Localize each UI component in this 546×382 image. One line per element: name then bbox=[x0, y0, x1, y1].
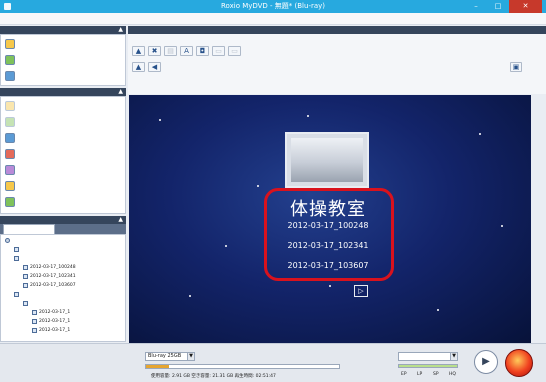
collapse-icon[interactable]: ▲ bbox=[118, 88, 123, 96]
star bbox=[307, 115, 309, 117]
quality-bar bbox=[398, 364, 458, 368]
burn-disc-button[interactable] bbox=[505, 349, 533, 377]
edit-tasks-item-5[interactable] bbox=[3, 179, 121, 194]
preview-panel-header bbox=[128, 26, 546, 34]
disabled-tool-1[interactable]: ▭ bbox=[212, 46, 225, 56]
chevron-down-icon: ▼ bbox=[450, 353, 457, 360]
disc-capacity-bar bbox=[145, 364, 340, 369]
status-footer: Blu-ray 25GB ▼ 使用容量: 2.91 GB 空き容量: 21.31… bbox=[0, 343, 546, 382]
menu-thumbnail[interactable] bbox=[285, 132, 369, 188]
edit-panel-header[interactable]: ▲ bbox=[0, 88, 126, 96]
movie-item-icon bbox=[32, 319, 37, 324]
movie-item-icon bbox=[23, 265, 28, 270]
tasks-panel bbox=[0, 34, 126, 86]
edit-chapter-icon bbox=[5, 117, 15, 127]
edit-tasks-item-4[interactable] bbox=[3, 163, 121, 178]
text-style-button[interactable]: A bbox=[180, 46, 193, 56]
star bbox=[501, 225, 503, 227]
tab-movie[interactable] bbox=[58, 224, 110, 234]
submenu-icon bbox=[5, 197, 15, 207]
quality-select[interactable]: ▼ bbox=[398, 352, 458, 361]
delete-button[interactable]: ✖ bbox=[148, 46, 161, 56]
tasks-item-2[interactable] bbox=[3, 69, 121, 84]
add-movie-icon bbox=[5, 39, 15, 49]
tree-node-label: 2012-03-17_1 bbox=[39, 319, 71, 324]
tree-node-label: 2012-03-17_102341 bbox=[30, 274, 76, 279]
audio-button[interactable]: ◀ bbox=[148, 62, 161, 72]
movie-item-icon bbox=[23, 274, 28, 279]
button-style-icon bbox=[5, 149, 15, 159]
project-tree[interactable]: 2012-03-17_100248 2012-03-17_102341 2012-0… bbox=[0, 234, 126, 342]
intro-movie-icon bbox=[5, 71, 15, 81]
star bbox=[437, 309, 439, 311]
quality-mark: LP bbox=[417, 372, 423, 377]
tasks-panel-header[interactable]: ▲ bbox=[0, 26, 126, 34]
thumbnail-image bbox=[291, 138, 363, 182]
menu-bar bbox=[0, 13, 546, 25]
project-panel-header[interactable]: ▲ bbox=[0, 216, 126, 224]
app-window: Roxio MyDVD - 無題* (Blu-ray) – □ ✕ ▲ ▲ ▲ … bbox=[0, 0, 546, 382]
frame-button[interactable]: ◘ bbox=[196, 46, 209, 56]
edit-panel bbox=[0, 96, 126, 214]
tasks-item-1[interactable] bbox=[3, 53, 121, 68]
slideshow-icon bbox=[5, 55, 15, 65]
star bbox=[257, 185, 259, 187]
movie-item-icon bbox=[32, 310, 37, 315]
disabled-tool-2[interactable]: ▭ bbox=[228, 46, 241, 56]
star bbox=[329, 285, 331, 287]
edit-tasks-item-3[interactable] bbox=[3, 147, 121, 162]
preview-toolbar-area: ▲ ✖ ▤ A ◘ ▭ ▭ ▲ ◀ ▣ bbox=[128, 34, 546, 94]
menu-layout-button[interactable]: ▤ bbox=[164, 46, 177, 56]
add-item-button[interactable]: ▲ bbox=[132, 46, 145, 56]
tree-node-label: 2012-03-17_1 bbox=[39, 310, 71, 315]
tree-node-label: 2012-03-17_1 bbox=[39, 328, 71, 333]
quality-mark: EP bbox=[401, 372, 407, 377]
next-page-button[interactable]: ▷ bbox=[354, 285, 368, 297]
collapse-icon[interactable]: ▲ bbox=[118, 216, 123, 224]
disc-size-select[interactable]: Blu-ray 25GB ▼ bbox=[145, 352, 195, 361]
disc-icon bbox=[5, 238, 10, 243]
edit-tasks-item-6[interactable] bbox=[3, 195, 121, 210]
project-tabs bbox=[0, 224, 126, 234]
tree-node-label: 2012-03-17_103607 bbox=[30, 283, 76, 288]
star bbox=[225, 245, 227, 247]
menu-background-icon bbox=[5, 165, 15, 175]
quality-mark: HQ bbox=[449, 372, 456, 377]
menu-audio-icon bbox=[5, 181, 15, 191]
edit-movie-icon bbox=[5, 101, 15, 111]
movie-item-icon bbox=[32, 328, 37, 333]
movie-item-icon bbox=[14, 292, 19, 297]
play-button[interactable]: ▶ bbox=[474, 350, 498, 374]
edit-tasks-item-0[interactable] bbox=[3, 99, 121, 114]
highlight-annotation bbox=[264, 188, 394, 281]
play-preview-button[interactable]: ▲ bbox=[132, 62, 145, 72]
title-bar[interactable]: Roxio MyDVD - 無題* (Blu-ray) – □ ✕ bbox=[0, 0, 546, 13]
star bbox=[479, 133, 481, 135]
tab-menu[interactable] bbox=[3, 224, 55, 234]
close-button[interactable]: ✕ bbox=[509, 0, 542, 13]
disc-size-value: Blu-ray 25GB bbox=[148, 353, 182, 359]
chevron-down-icon: ▼ bbox=[187, 353, 194, 360]
edit-tasks-item-2[interactable] bbox=[3, 131, 121, 146]
disc-capacity-fill bbox=[146, 365, 170, 368]
movie-item-icon bbox=[23, 301, 28, 306]
tree-node-label: 2012-03-17_100248 bbox=[30, 265, 76, 270]
edit-tasks-item-1[interactable] bbox=[3, 115, 121, 130]
star bbox=[159, 119, 161, 121]
movie-item-icon bbox=[14, 256, 19, 261]
maximize-button[interactable]: □ bbox=[487, 0, 509, 13]
movie-item-icon bbox=[23, 283, 28, 288]
collapse-icon[interactable]: ▲ bbox=[118, 26, 123, 34]
fullscreen-button[interactable]: ▣ bbox=[510, 62, 522, 72]
disc-usage-text: 使用容量: 2.91 GB 空き容量: 21.31 GB 再生時間: 02:51… bbox=[151, 374, 276, 379]
quality-mark: SP bbox=[433, 372, 439, 377]
movie-item-icon bbox=[14, 247, 19, 252]
menu-style-icon bbox=[5, 133, 15, 143]
minimize-button[interactable]: – bbox=[465, 0, 487, 13]
star bbox=[189, 295, 191, 297]
tasks-item-0[interactable] bbox=[3, 37, 121, 52]
